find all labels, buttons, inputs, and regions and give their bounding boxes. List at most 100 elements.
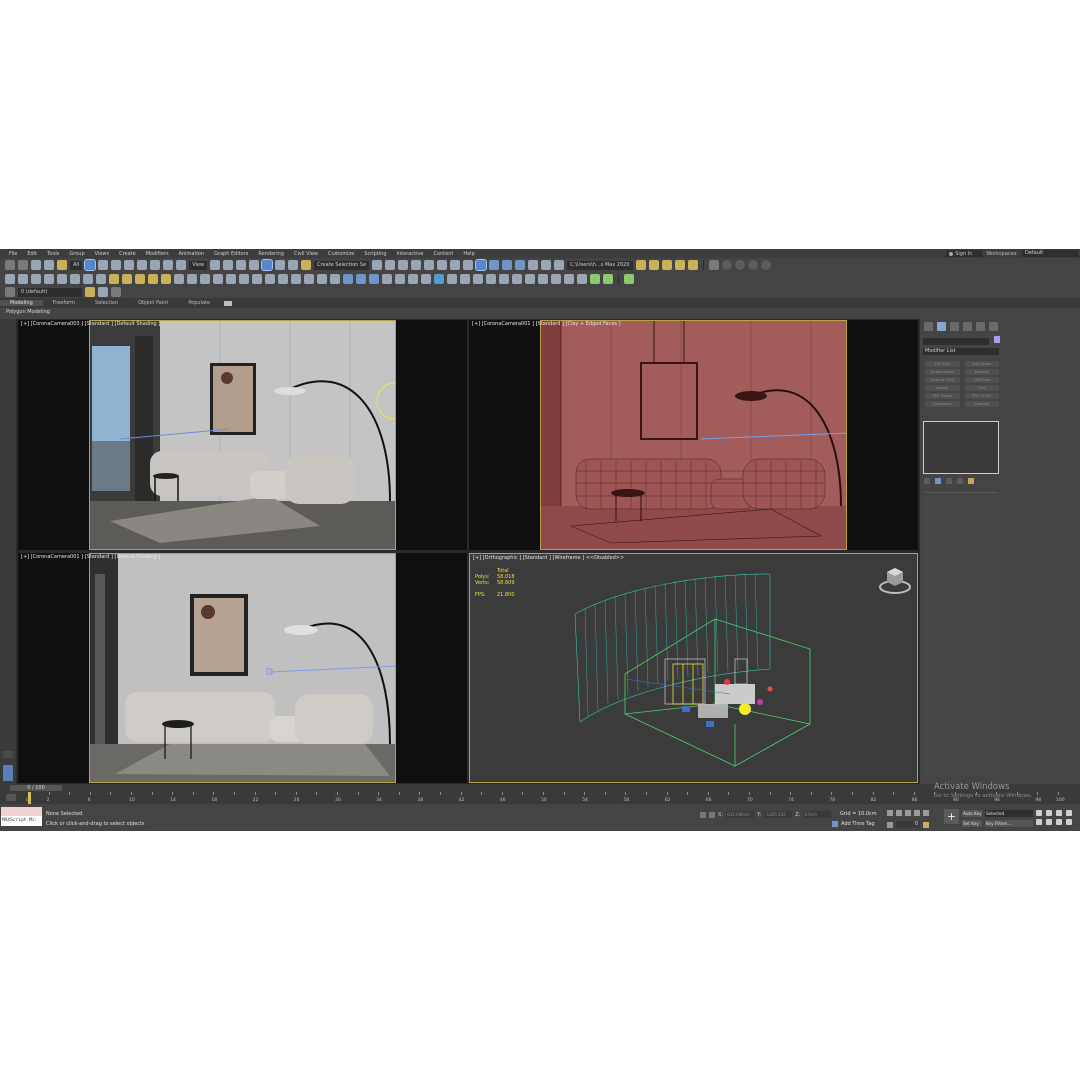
corona-sun-icon[interactable] [356,274,366,284]
window-crossing-icon[interactable] [124,260,135,270]
hierarchy-tab-icon[interactable] [950,322,959,331]
create-tab-icon[interactable] [924,322,933,331]
track-bar[interactable]: 0261014182226303438424650545862667074788… [0,792,1080,804]
maxscript-output[interactable] [1,807,42,816]
viewport-label[interactable]: [+] [CoronaCamera003 ] [Standard ] [Defa… [21,321,160,327]
polygon-modeling-label[interactable]: Polygon Modeling [6,309,50,315]
menu-item[interactable]: Help [458,251,479,257]
current-frame-marker[interactable] [28,792,31,804]
time-configuration-icon[interactable] [923,821,929,828]
orbit-icon[interactable] [1056,819,1062,825]
viewport-bottom-right[interactable]: [+] [Orthographic ] [Standard ] [Wirefra… [469,553,918,783]
corona-decal-icon[interactable] [421,274,431,284]
play-icon[interactable] [905,810,911,816]
corona-slicer-icon[interactable] [447,274,457,284]
align-icon[interactable] [385,260,396,270]
go-to-end-icon[interactable] [923,810,929,816]
absolute-mode-icon[interactable] [709,811,715,818]
select-by-name-icon[interactable] [98,260,109,270]
menu-item[interactable]: Modifiers [141,251,174,257]
ribbon-tab[interactable]: Selection [85,300,128,306]
modifier-set-button[interactable]: Chamfer [964,401,999,407]
corona-denoise-icon[interactable] [734,260,745,270]
percent-snap-icon[interactable] [275,260,286,270]
curve-editor-icon[interactable] [437,260,448,270]
layer-explorer-icon[interactable] [5,287,15,297]
add-to-layer-icon[interactable] [98,287,108,297]
ribbon-tab[interactable]: Populate [178,300,220,306]
modifier-set-button[interactable]: TurboSmooth [925,369,960,375]
sign-in-dropdown[interactable]: Sign In [946,250,983,257]
menu-item[interactable]: Civil View [289,251,323,257]
viewport-bottom-left[interactable]: [+] [CoronaCamera001 ] [Standard ] [Defa… [18,553,467,783]
pan-icon[interactable] [1046,819,1052,825]
time-slider[interactable]: 0 / 100 [0,784,1080,792]
ribbon-tab[interactable]: Object Paint [128,300,178,306]
expand-arrows-icon[interactable] [590,274,600,284]
go-to-start-icon[interactable] [887,810,893,816]
shape-icon[interactable] [96,274,106,284]
render-iterative-icon[interactable] [515,260,526,270]
corona-tool-icon[interactable] [708,260,719,270]
object-color-swatch[interactable] [994,336,1000,343]
menu-item[interactable]: Rendering [253,251,289,257]
project-folder-icon[interactable] [635,260,646,270]
ribbon-tab[interactable]: Freeform [43,300,85,306]
zoom-extents-all-icon[interactable] [1066,810,1072,816]
viewport-layout-button[interactable] [3,751,13,758]
remove-modifier-icon[interactable] [957,478,963,484]
viewport-top-right[interactable]: [+] [CoronaCamera001 ] [Standard ] [Clay… [469,320,918,550]
current-frame-field[interactable]: 0 [896,821,920,828]
modifier-set-button[interactable]: Shell [964,385,999,391]
modifier-set-button[interactable]: Symmetry [925,401,960,407]
sun-icon[interactable] [161,274,171,284]
place-icon[interactable] [176,260,187,270]
text-icon[interactable] [83,274,93,284]
helper-icon[interactable] [174,274,184,284]
previous-frame-icon[interactable] [896,810,902,816]
pivot-center-icon[interactable] [210,260,221,270]
modifier-set-button[interactable]: FFD Select [925,393,960,399]
material-editor-icon[interactable] [463,260,474,270]
undo-icon[interactable] [5,260,15,270]
chevron-down-icon[interactable] [624,274,634,284]
key-filters-button[interactable]: Key Filters... [985,820,1033,827]
maxscript-listener[interactable]: MAXScript Mi: [1,807,42,827]
next-frame-icon[interactable] [914,810,920,816]
modifier-set-button[interactable]: Edit Poly [925,361,960,367]
select-manipulate-icon[interactable] [223,260,234,270]
corona-sky-icon[interactable] [369,274,379,284]
ribbon-tab[interactable]: Modeling [0,300,43,306]
menu-item[interactable]: Interactive [392,251,429,257]
a360-gallery-icon[interactable] [541,260,552,270]
angle-snap-icon[interactable] [261,259,274,271]
squeeze-icon[interactable] [291,274,301,284]
mini-curve-editor-icon[interactable] [6,794,16,801]
modifier-set-button[interactable]: Unwrap UVW [925,377,960,383]
ribbon-options-icon[interactable] [224,300,233,306]
corona-bitmap-icon[interactable] [577,274,587,284]
display-tab-icon[interactable] [976,322,985,331]
menu-item[interactable]: Animation [174,251,210,257]
sphere-icon[interactable] [31,274,41,284]
collapse-arrows-icon[interactable] [603,274,613,284]
link-icon[interactable] [31,260,41,270]
render-setup-icon[interactable] [475,259,488,271]
ribbon-toggle-icon[interactable] [424,260,435,270]
keyboard-shortcut-icon[interactable] [236,260,247,270]
toggle-layer-explorer-icon[interactable] [411,260,422,270]
mirror-icon[interactable] [372,260,383,270]
zoom-all-icon[interactable] [1046,810,1052,816]
relax-icon[interactable] [317,274,327,284]
menu-item[interactable]: Customize [323,251,359,257]
configure-sets-icon[interactable] [968,478,974,484]
zoom-icon[interactable] [1036,810,1042,816]
viewport-label[interactable]: [+] [CoronaCamera001 ] [Standard ] [Defa… [21,554,160,560]
object-name-field[interactable] [923,338,989,345]
viewport-label[interactable]: [+] [CoronaCamera001 ] [Standard ] [Clay… [472,321,621,327]
noise-icon[interactable] [265,274,275,284]
target-camera-icon[interactable] [122,274,132,284]
corona-physical-mtl-icon[interactable] [512,274,522,284]
menu-item[interactable]: Create [114,251,141,257]
menu-item[interactable]: Views [90,251,114,257]
